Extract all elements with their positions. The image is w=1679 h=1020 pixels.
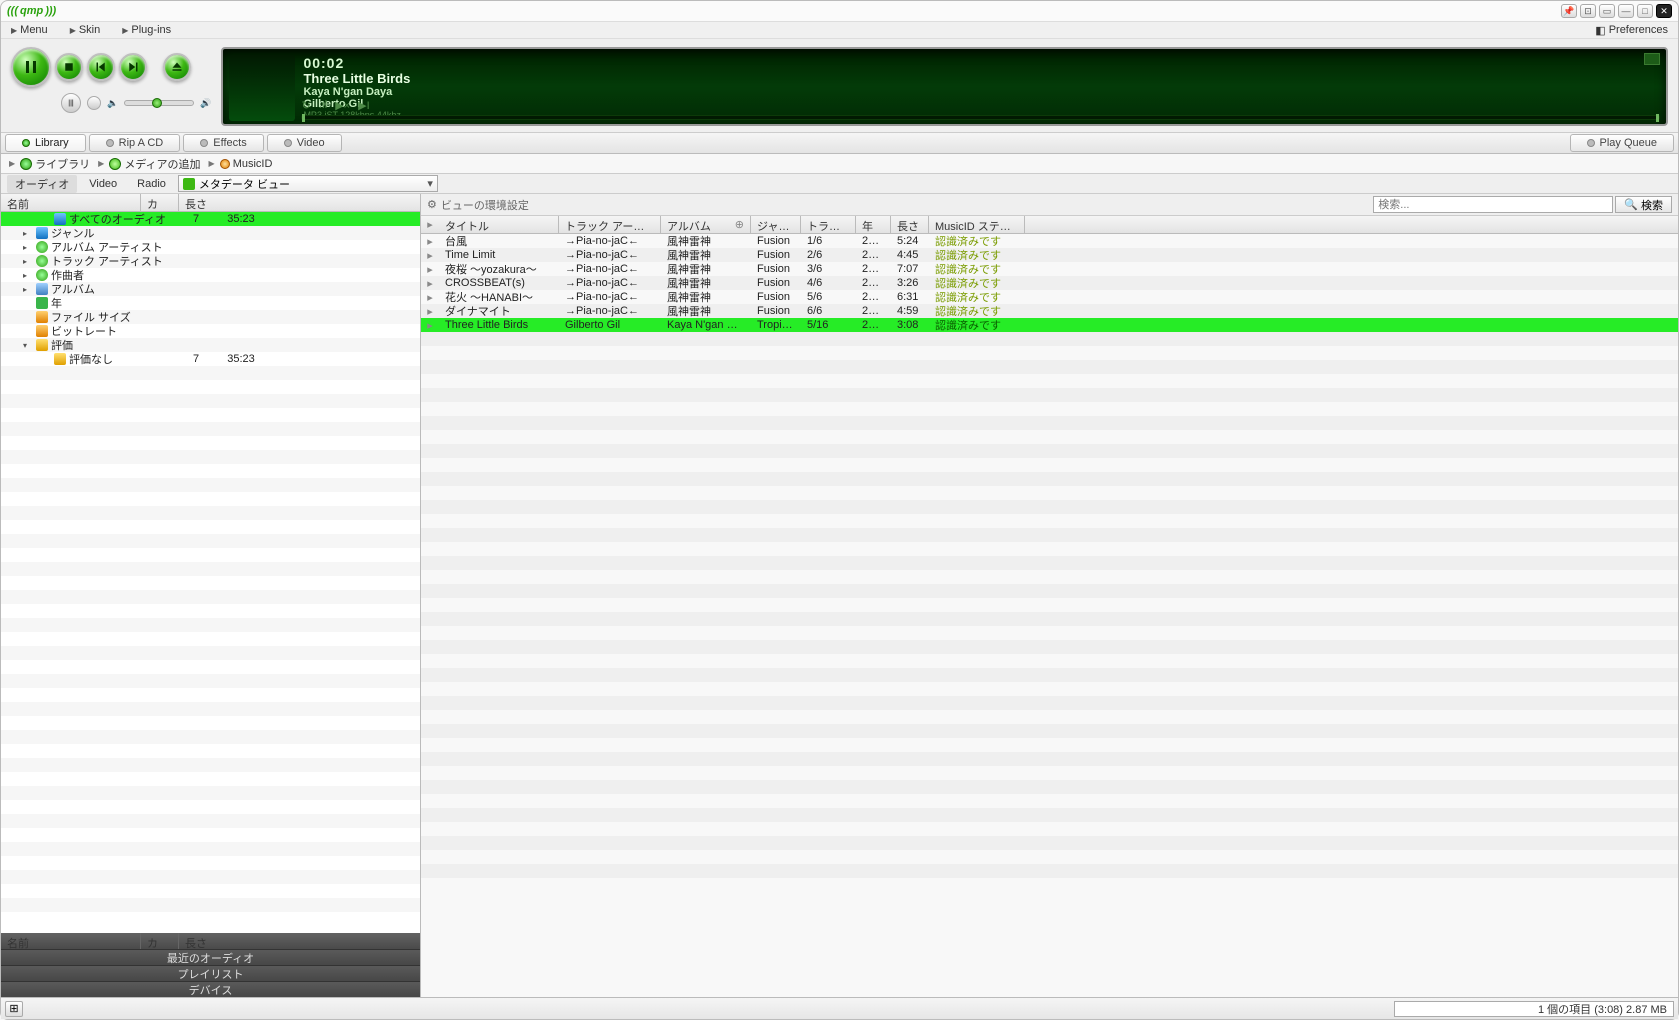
tree-item[interactable]: ビットレート: [1, 324, 420, 338]
col-genre[interactable]: ジャンル⊕: [751, 216, 801, 233]
minimize-button[interactable]: —: [1618, 4, 1634, 18]
track-row[interactable]: ▸Time Limit→Pia-no-jaC←風神雷神Fusion2/62009…: [421, 248, 1678, 262]
mute-button[interactable]: [87, 96, 101, 110]
sidebar: 名前 カウ... 長さ すべてのオーディオ735:23▸ジャンル▸アルバム アー…: [1, 194, 421, 997]
tree-item[interactable]: 評価なし735:23: [1, 352, 420, 366]
track-columns: ▸ タイトル トラック アーティスト アルバム⊕ ジャンル⊕ トラック # 年 …: [421, 216, 1678, 234]
menu-preferences[interactable]: ◧ Preferences: [1595, 24, 1668, 37]
search-button[interactable]: 🔍検索: [1615, 196, 1672, 213]
track-row[interactable]: ▸台風→Pia-no-jaC←風神雷神Fusion1/620095:24認識済み…: [421, 234, 1678, 248]
next-button[interactable]: [119, 53, 147, 81]
cover-placeholder: [229, 55, 295, 121]
sidebar-tree[interactable]: すべてのオーディオ735:23▸ジャンル▸アルバム アーティスト▸トラック アー…: [1, 212, 420, 933]
crumb-library[interactable]: ▶ライブラリ: [9, 156, 90, 172]
crumb-musicid[interactable]: ▶MusicID: [209, 158, 273, 170]
prev-button[interactable]: [87, 53, 115, 81]
tree-item[interactable]: ファイル サイズ: [1, 310, 420, 324]
col-play-icon[interactable]: ▸: [421, 216, 439, 233]
balance-knob[interactable]: |||: [61, 93, 81, 113]
seek-bar[interactable]: [301, 115, 1660, 120]
track-title: Three Little Birds: [303, 71, 1656, 86]
play-pause-button[interactable]: [11, 47, 51, 87]
speaker-max-icon: 🔊: [200, 98, 211, 109]
tree-item[interactable]: 年: [1, 296, 420, 310]
col-artist[interactable]: トラック アーティスト: [559, 216, 661, 233]
menu-skin[interactable]: ▶Skin: [70, 24, 101, 36]
tab-effects[interactable]: Effects: [183, 134, 263, 152]
tree-item[interactable]: ▸作曲者: [1, 268, 420, 282]
track-row[interactable]: ▸花火 ～HANABI～→Pia-no-jaC←風神雷神Fusion5/6200…: [421, 290, 1678, 304]
col-title[interactable]: タイトル: [439, 216, 559, 233]
playback-time: 00:02: [303, 55, 1656, 71]
tab-library[interactable]: Library: [5, 134, 86, 152]
status-bar: ⊞ 1 個の項目 (3:08) 2.87 MB: [1, 997, 1678, 1019]
track-artist: Gilberto Gil: [303, 98, 1656, 110]
track-row[interactable]: ▸夜桜 ～yozakura～→Pia-no-jaC←風神雷神Fusion3/62…: [421, 262, 1678, 276]
view-preferences[interactable]: ⚙ ビューの環境設定: [427, 197, 529, 213]
col-name[interactable]: 名前: [1, 194, 141, 211]
metadata-view-dropdown[interactable]: メタデータ ビュー▾: [178, 175, 438, 192]
tree-item[interactable]: ▸アルバム アーティスト: [1, 240, 420, 254]
track-toolbar: ⚙ ビューの環境設定 🔍検索: [421, 194, 1678, 216]
sidebar-columns: 名前 カウ... 長さ: [1, 194, 420, 212]
volume-slider[interactable]: [124, 100, 194, 106]
breadcrumb: ▶ライブラリ ▶メディアの追加 ▶MusicID: [1, 154, 1678, 174]
stop-button[interactable]: [55, 53, 83, 81]
shade-button[interactable]: ▭: [1599, 4, 1615, 18]
stack-device[interactable]: デバイス: [1, 981, 420, 997]
compact-button[interactable]: ⊡: [1580, 4, 1596, 18]
app-logo: (((qmp ))): [7, 5, 56, 17]
player-panel: ||| 🔈 🔊 00:02 Three Little Birds Kaya N'…: [1, 39, 1678, 132]
menubar: ▶Menu ▶Skin ▶Plug-ins ◧ Preferences: [1, 21, 1678, 39]
search-input[interactable]: [1373, 196, 1613, 213]
menu-menu[interactable]: ▶Menu: [11, 24, 48, 36]
tab-rip[interactable]: Rip A CD: [89, 134, 181, 152]
tab-playqueue[interactable]: Play Queue: [1570, 134, 1674, 152]
tree-item[interactable]: ▸ジャンル: [1, 226, 420, 240]
track-row[interactable]: ▸Three Little BirdsGilberto GilKaya N'ga…: [421, 318, 1678, 332]
maximize-button[interactable]: □: [1637, 4, 1653, 18]
eject-button[interactable]: [163, 53, 191, 81]
media-video[interactable]: Video: [81, 177, 125, 191]
media-audio[interactable]: オーディオ: [7, 175, 77, 193]
col-album[interactable]: アルバム⊕: [661, 216, 751, 233]
player-display: 00:02 Three Little Birds Kaya N'gan Daya…: [221, 47, 1668, 126]
tree-item[interactable]: ▸アルバム: [1, 282, 420, 296]
bottom-columns: 名前 カウ... 長さ: [1, 933, 420, 949]
col-musicid[interactable]: MusicID ステー...: [929, 216, 1025, 233]
track-row[interactable]: ▸ダイナマイト→Pia-no-jaC←風神雷神Fusion6/620094:59…: [421, 304, 1678, 318]
status-layout-icon[interactable]: ⊞: [5, 1001, 23, 1017]
media-radio[interactable]: Radio: [129, 177, 174, 191]
col-length[interactable]: 長さ: [179, 194, 420, 211]
tree-item[interactable]: ▾評価: [1, 338, 420, 352]
status-text: 1 個の項目 (3:08) 2.87 MB: [1394, 1001, 1674, 1017]
menu-plugins[interactable]: ▶Plug-ins: [122, 24, 171, 36]
track-pane: ⚙ ビューの環境設定 🔍検索 ▸ タイトル トラック アーティスト アルバム⊕ …: [421, 194, 1678, 997]
eq-icon[interactable]: [1644, 53, 1660, 65]
col-year[interactable]: 年: [856, 216, 891, 233]
tree-item[interactable]: すべてのオーディオ735:23: [1, 212, 420, 226]
media-type-bar: オーディオ Video Radio メタデータ ビュー▾: [1, 174, 1678, 194]
track-album: Kaya N'gan Daya: [303, 86, 1656, 98]
stack-recent[interactable]: 最近のオーディオ: [1, 949, 420, 965]
col-length[interactable]: 長さ: [891, 216, 929, 233]
track-list[interactable]: ▸台風→Pia-no-jaC←風神雷神Fusion1/620095:24認識済み…: [421, 234, 1678, 997]
speaker-min-icon: 🔈: [107, 98, 118, 109]
crumb-add-media[interactable]: ▶メディアの追加: [98, 156, 200, 172]
col-count[interactable]: カウ...: [141, 194, 179, 211]
section-tabs: Library Rip A CD Effects Video Play Queu…: [1, 132, 1678, 154]
titlebar: (((qmp ))) 📌 ⊡ ▭ — □ ✕: [1, 1, 1678, 21]
pin-button[interactable]: 📌: [1561, 4, 1577, 18]
tab-video[interactable]: Video: [267, 134, 342, 152]
tree-item[interactable]: ▸トラック アーティスト: [1, 254, 420, 268]
display-icons: ↻.ıl▶×▶I: [301, 99, 369, 112]
col-trackno[interactable]: トラック #: [801, 216, 856, 233]
track-row[interactable]: ▸CROSSBEAT(s)→Pia-no-jaC←風神雷神Fusion4/620…: [421, 276, 1678, 290]
close-button[interactable]: ✕: [1656, 4, 1672, 18]
stack-playlist[interactable]: プレイリスト: [1, 965, 420, 981]
